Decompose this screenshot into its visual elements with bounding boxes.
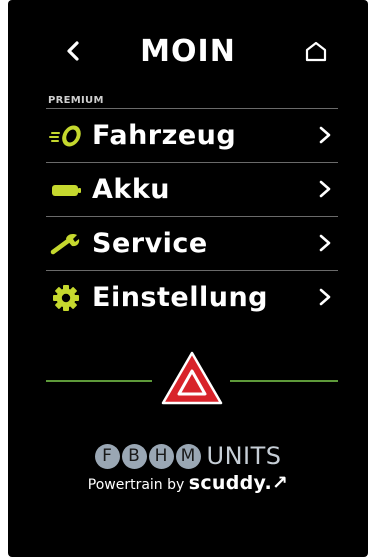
menu-item-label: Akku <box>92 174 171 205</box>
home-button[interactable] <box>300 38 332 66</box>
chevron-right-icon <box>319 288 331 306</box>
chevron-right-icon <box>319 234 331 252</box>
logo-letter-m: M <box>175 443 201 469</box>
powertrain-by-line: Powertrain by scuddy.↗ <box>8 472 368 494</box>
logo-letter-h: H <box>148 443 174 469</box>
logo-letter-f: F <box>94 443 120 469</box>
chevron-right-icon <box>319 180 331 198</box>
menu-item-label: Fahrzeug <box>92 120 237 151</box>
header: MOIN <box>8 26 368 76</box>
menu-item-service[interactable]: Service <box>46 217 338 270</box>
hazard-triangle-icon <box>161 351 223 405</box>
logo-letter-b: B <box>121 443 147 469</box>
chevron-left-icon <box>67 41 79 61</box>
battery-icon <box>48 175 84 205</box>
section-label-premium: PREMIUM <box>48 95 104 106</box>
chevron-right-icon <box>319 126 331 144</box>
menu-item-einstellung[interactable]: Einstellung <box>46 271 338 324</box>
menu-item-label: Service <box>92 228 208 259</box>
scuddy-logo-text: scuddy.↗ <box>188 472 289 494</box>
wrench-icon <box>48 229 84 259</box>
speed-wheel-icon <box>48 121 84 151</box>
logo-units-text: UNITS <box>206 442 282 470</box>
divider-line-left <box>46 380 152 382</box>
hazard-button[interactable] <box>160 350 224 406</box>
fbhm-units-logo: F B H M UNITS <box>94 442 282 470</box>
gear-icon <box>48 283 84 313</box>
menu-item-fahrzeug[interactable]: Fahrzeug <box>46 109 338 162</box>
page-title: MOIN <box>140 34 236 69</box>
menu-item-akku[interactable]: Akku <box>46 163 338 216</box>
menu-item-label: Einstellung <box>92 282 268 313</box>
brand-logo-area: F B H M UNITS Powertrain by scuddy.↗ <box>8 442 368 494</box>
back-button[interactable] <box>60 36 86 66</box>
main-menu: Fahrzeug Akku Service Einstellung <box>46 108 338 324</box>
device-screen: MOIN PREMIUM Fahrzeug Akku Service Einst… <box>8 0 368 557</box>
divider-line-right <box>230 380 338 382</box>
hazard-row <box>8 346 368 410</box>
powertrain-by-text: Powertrain by <box>87 477 185 493</box>
home-icon <box>305 41 327 62</box>
